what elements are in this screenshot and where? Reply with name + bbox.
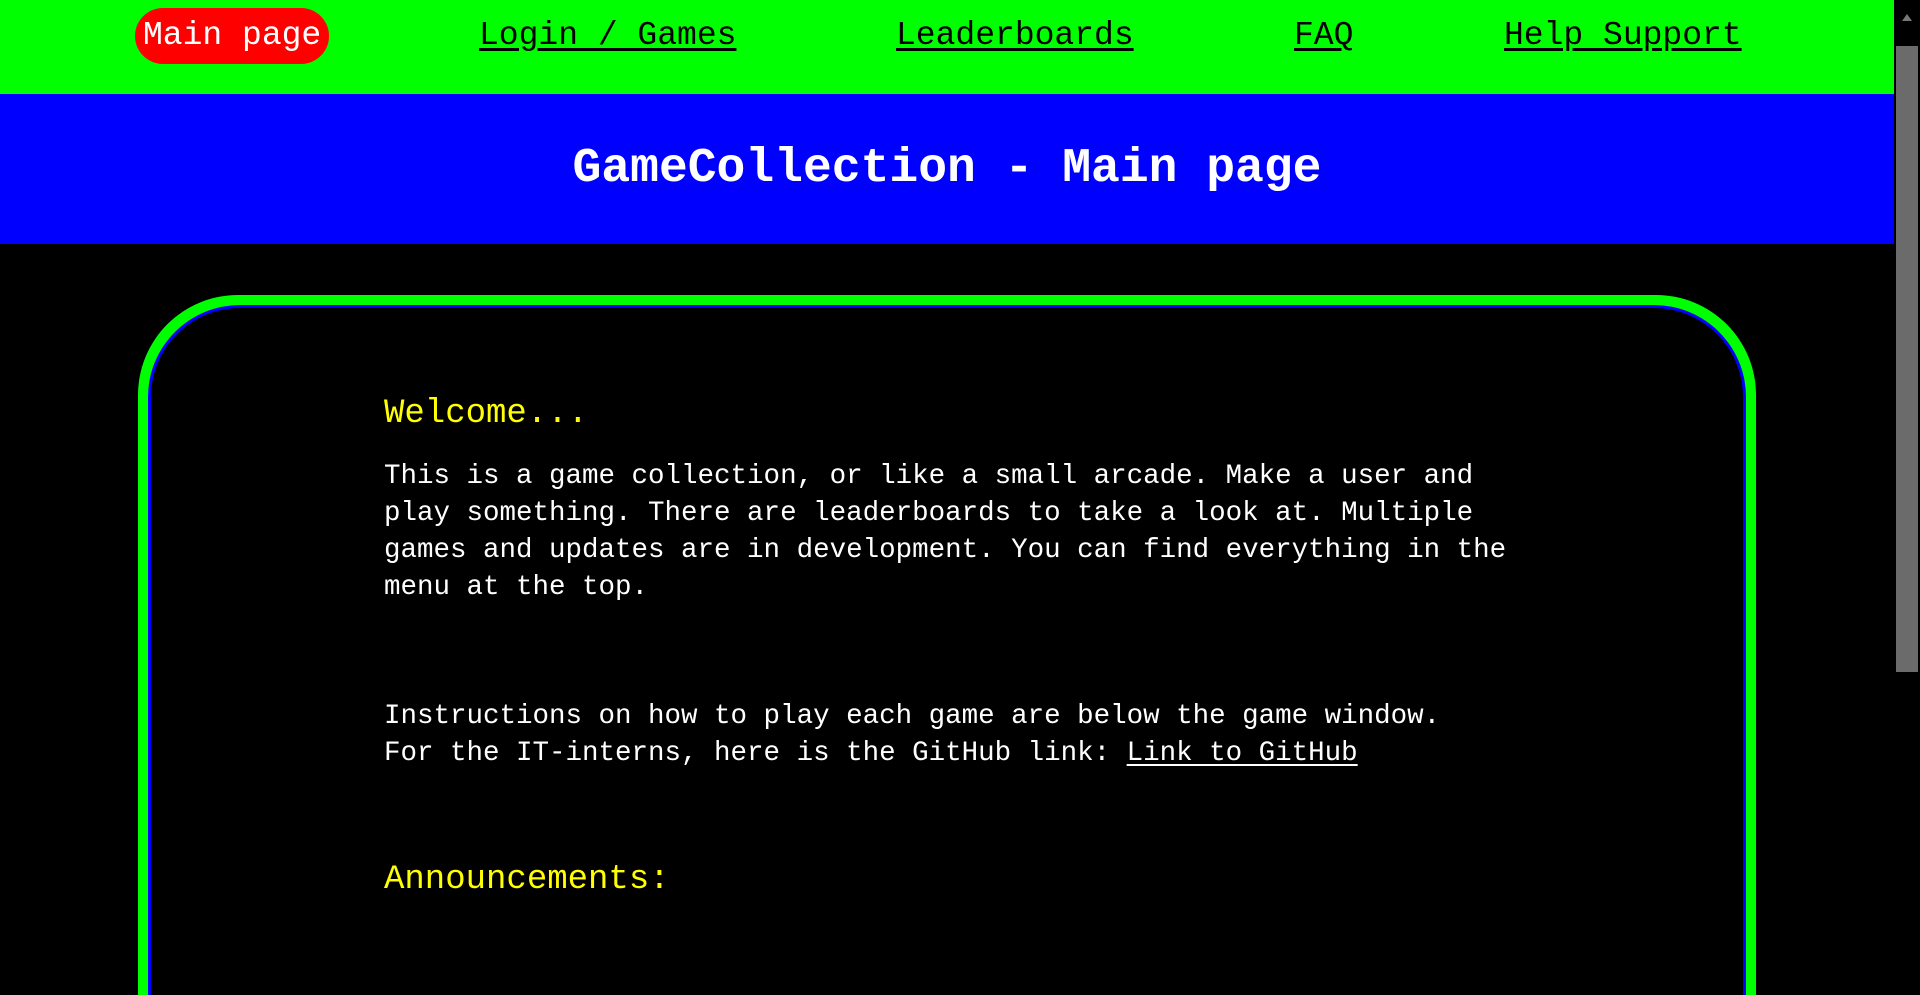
- page-header: GameCollection - Main page: [0, 94, 1894, 244]
- nav-main-page[interactable]: Main page: [135, 8, 330, 64]
- main-content: Welcome... This is a game collection, or…: [384, 390, 1534, 904]
- scrollbar[interactable]: [1894, 0, 1920, 898]
- page-title: GameCollection - Main page: [572, 142, 1322, 196]
- intro-text: This is a game collection, or like a sma…: [384, 461, 1507, 603]
- github-text: For the IT-interns, here is the GitHub l…: [384, 738, 1127, 769]
- scrollbar-thumb[interactable]: [1896, 46, 1918, 672]
- nav-help-support[interactable]: Help Support: [1504, 8, 1742, 64]
- nav-login-games[interactable]: Login / Games: [479, 8, 736, 64]
- nav-faq[interactable]: FAQ: [1294, 8, 1353, 64]
- announcements-heading: Announcements:: [384, 861, 670, 899]
- welcome-heading: Welcome...: [384, 395, 589, 433]
- github-link[interactable]: Link to GitHub: [1127, 738, 1358, 769]
- nav-leaderboards[interactable]: Leaderboards: [896, 8, 1134, 64]
- instructions-text: Instructions on how to play each game ar…: [384, 701, 1441, 732]
- top-navigation: Main page Login / Games Leaderboards FAQ…: [0, 0, 1894, 94]
- scroll-up-arrow-icon[interactable]: [1902, 14, 1912, 21]
- github-line: For the IT-interns, here is the GitHub l…: [384, 735, 1534, 772]
